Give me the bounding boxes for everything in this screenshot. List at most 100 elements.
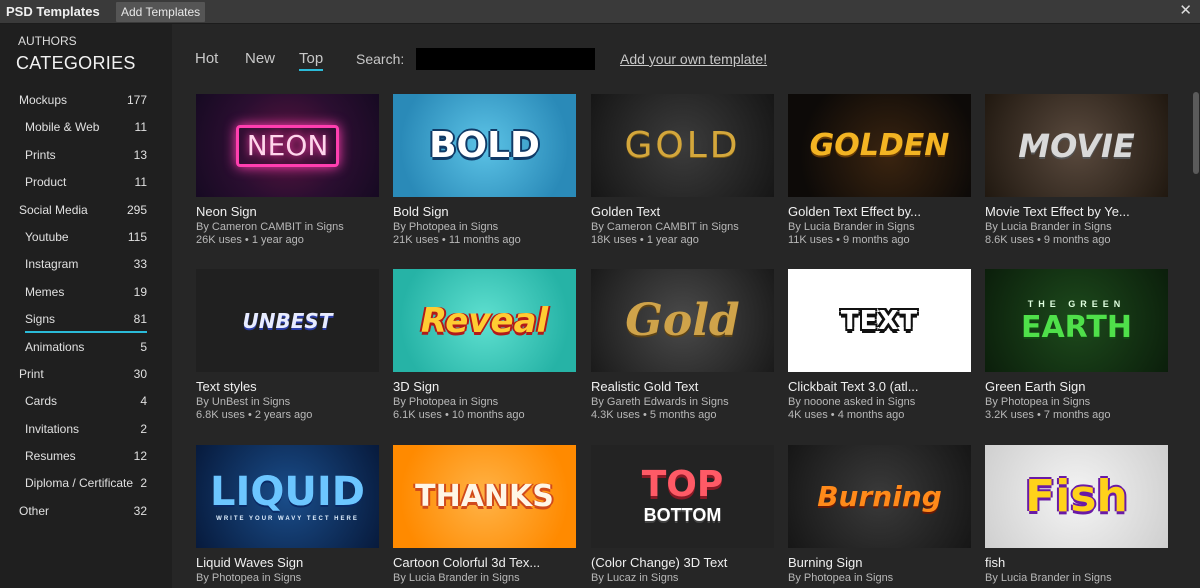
- template-card[interactable]: Reveal 3D Sign By Photopea in Signs 6.1K us…: [393, 269, 576, 421]
- template-title[interactable]: (Color Change) 3D Text: [591, 555, 774, 570]
- template-card[interactable]: NEON Neon Sign By Cameron CAMBIT in Signs 2…: [196, 94, 379, 246]
- thumbnail-text: Reveal: [420, 300, 549, 341]
- sidebar-item-cards[interactable]: Cards 4: [0, 389, 172, 416]
- sidebar-item-label: Print: [19, 366, 44, 381]
- template-uses: 26K uses • 1 year ago: [196, 234, 304, 246]
- sidebar-item-count: 81: [133, 312, 147, 327]
- thumbnail-text: EARTH: [1020, 309, 1133, 345]
- template-title[interactable]: Golden Text Effect by...: [788, 204, 971, 219]
- template-author: By Photopea in Signs: [788, 572, 894, 584]
- sidebar-item-resumes[interactable]: Resumes 12: [0, 444, 172, 471]
- template-thumbnail[interactable]: Reveal: [393, 269, 576, 372]
- template-card[interactable]: MOVIE Movie Text Effect by Ye... By Lucia …: [985, 94, 1168, 246]
- template-thumbnail[interactable]: LIQUID WRITE YOUR WAVY TECT HERE: [196, 445, 379, 548]
- template-author: By Lucia Brander in Signs: [985, 572, 1112, 584]
- thumbnail-text: Gold: [625, 294, 740, 346]
- template-title[interactable]: fish: [985, 555, 1168, 570]
- template-title[interactable]: 3D Sign: [393, 379, 576, 394]
- thumbnail-subtext: THE GREEN: [1027, 298, 1126, 309]
- template-title[interactable]: Neon Sign: [196, 204, 379, 219]
- template-card[interactable]: GOLD Golden Text By Cameron CAMBIT in Sign…: [591, 94, 774, 246]
- add-template-link[interactable]: Add your own template!: [620, 51, 767, 67]
- template-card[interactable]: Gold Realistic Gold Text By Gareth Edwards…: [591, 269, 774, 421]
- template-thumbnail[interactable]: NEON: [196, 94, 379, 197]
- template-title[interactable]: Clickbait Text 3.0 (atl...: [788, 379, 971, 394]
- tab-hot[interactable]: Hot: [195, 50, 218, 67]
- main-content: Hot New Top Search: Add your own templat…: [172, 24, 1200, 588]
- template-author: By Photopea in Signs: [985, 396, 1091, 408]
- template-thumbnail[interactable]: GOLD: [591, 94, 774, 197]
- template-title[interactable]: Bold Sign: [393, 204, 576, 219]
- add-templates-button[interactable]: Add Templates: [116, 2, 206, 22]
- sidebar-item-label: Animations: [25, 339, 85, 354]
- template-thumbnail[interactable]: TEXT: [788, 269, 971, 372]
- sidebar-item-count: 177: [126, 93, 147, 107]
- template-uses: 21K uses • 11 months ago: [393, 234, 521, 246]
- template-thumbnail[interactable]: Fish: [985, 445, 1168, 548]
- sidebar-item-mobile-web[interactable]: Mobile & Web 11: [0, 115, 172, 142]
- sidebar-item-count: 2: [140, 421, 147, 436]
- sidebar-item-animations[interactable]: Animations 5: [0, 335, 172, 362]
- template-title[interactable]: Green Earth Sign: [985, 379, 1168, 394]
- template-author: By nooone asked in Signs: [788, 396, 916, 408]
- scrollbar-thumb[interactable]: [1193, 92, 1199, 174]
- template-uses: 3.2K uses • 7 months ago: [985, 409, 1111, 421]
- sidebar-item-signs[interactable]: Signs 81: [0, 307, 172, 334]
- template-thumbnail[interactable]: Gold: [591, 269, 774, 372]
- template-title[interactable]: Burning Sign: [788, 555, 971, 570]
- sidebar-item-label: Memes: [25, 284, 65, 299]
- template-card[interactable]: GOLDEN Golden Text Effect by... By Lucia B…: [788, 94, 971, 246]
- template-thumbnail[interactable]: THANKS: [393, 445, 576, 548]
- sidebar-item-product[interactable]: Product 11: [0, 170, 172, 197]
- template-card[interactable]: THANKS Cartoon Colorful 3d Tex... By Lucia…: [393, 445, 576, 585]
- template-card[interactable]: TOP BOTTOM (Color Change) 3D Text By Lucaz …: [591, 445, 774, 585]
- template-title[interactable]: Movie Text Effect by Ye...: [985, 204, 1168, 219]
- template-card[interactable]: LIQUID WRITE YOUR WAVY TECT HERE Liquid Wa…: [196, 445, 379, 585]
- sidebar-item-memes[interactable]: Memes 19: [0, 280, 172, 307]
- template-card[interactable]: Fish fish By Lucia Brander in Signs: [985, 445, 1168, 585]
- template-uses: 18K uses • 1 year ago: [591, 234, 699, 246]
- template-title[interactable]: Cartoon Colorful 3d Tex...: [393, 555, 576, 570]
- template-card[interactable]: BOLD Bold Sign By Photopea in Signs 21K use…: [393, 94, 576, 246]
- template-thumbnail[interactable]: BOLD: [393, 94, 576, 197]
- sidebar-item-diploma-certificate[interactable]: Diploma / Certificate 2: [0, 471, 172, 498]
- scrollbar[interactable]: [1192, 24, 1200, 588]
- template-card[interactable]: UNBEST Text styles By UnBest in Signs 6.8K …: [196, 269, 379, 421]
- sidebar-item-print[interactable]: Print 30: [0, 362, 172, 389]
- tab-new[interactable]: New: [245, 50, 275, 67]
- template-thumbnail[interactable]: TOP BOTTOM: [591, 445, 774, 548]
- sidebar-item-other[interactable]: Other 32: [0, 499, 172, 526]
- template-author: By UnBest in Signs: [196, 396, 291, 408]
- template-card[interactable]: TEXT Clickbait Text 3.0 (atl... By nooone …: [788, 269, 971, 421]
- active-underline: [25, 330, 147, 333]
- template-thumbnail[interactable]: GOLDEN: [788, 94, 971, 197]
- tab-top[interactable]: Top: [299, 50, 324, 71]
- thumbnail-text: LIQUID: [210, 468, 365, 515]
- authors-link[interactable]: AUTHORS: [18, 34, 77, 48]
- template-thumbnail[interactable]: UNBEST: [196, 269, 379, 372]
- sidebar-item-label: Resumes: [25, 449, 76, 464]
- template-card[interactable]: Burning Burning Sign By Photopea in Signs: [788, 445, 971, 585]
- sidebar-item-prints[interactable]: Prints 13: [0, 143, 172, 170]
- sidebar-item-social-media[interactable]: Social Media 295: [0, 198, 172, 225]
- template-author: By Cameron CAMBIT in Signs: [591, 221, 739, 233]
- sidebar-item-instagram[interactable]: Instagram 33: [0, 252, 172, 279]
- thumbnail-text: Burning: [817, 479, 942, 513]
- template-thumbnail[interactable]: THE GREEN EARTH: [985, 269, 1168, 372]
- template-title[interactable]: Realistic Gold Text: [591, 379, 774, 394]
- template-title[interactable]: Text styles: [196, 379, 379, 394]
- sidebar-item-invitations[interactable]: Invitations 2: [0, 417, 172, 444]
- template-title[interactable]: Liquid Waves Sign: [196, 555, 379, 570]
- sidebar-item-count: 11: [134, 120, 147, 135]
- template-card[interactable]: THE GREEN EARTH Green Earth Sign By Photope…: [985, 269, 1168, 421]
- close-icon[interactable]: ✕: [1179, 3, 1192, 19]
- template-thumbnail[interactable]: MOVIE: [985, 94, 1168, 197]
- sidebar-item-count: 19: [133, 284, 147, 299]
- sidebar-item-label: Youtube: [25, 229, 69, 244]
- sidebar-item-mockups[interactable]: Mockups 177: [0, 88, 172, 115]
- template-title[interactable]: Golden Text: [591, 204, 774, 219]
- search-input[interactable]: [416, 48, 595, 70]
- app-title: PSD Templates: [6, 4, 100, 19]
- template-thumbnail[interactable]: Burning: [788, 445, 971, 548]
- sidebar-item-youtube[interactable]: Youtube 115: [0, 225, 172, 252]
